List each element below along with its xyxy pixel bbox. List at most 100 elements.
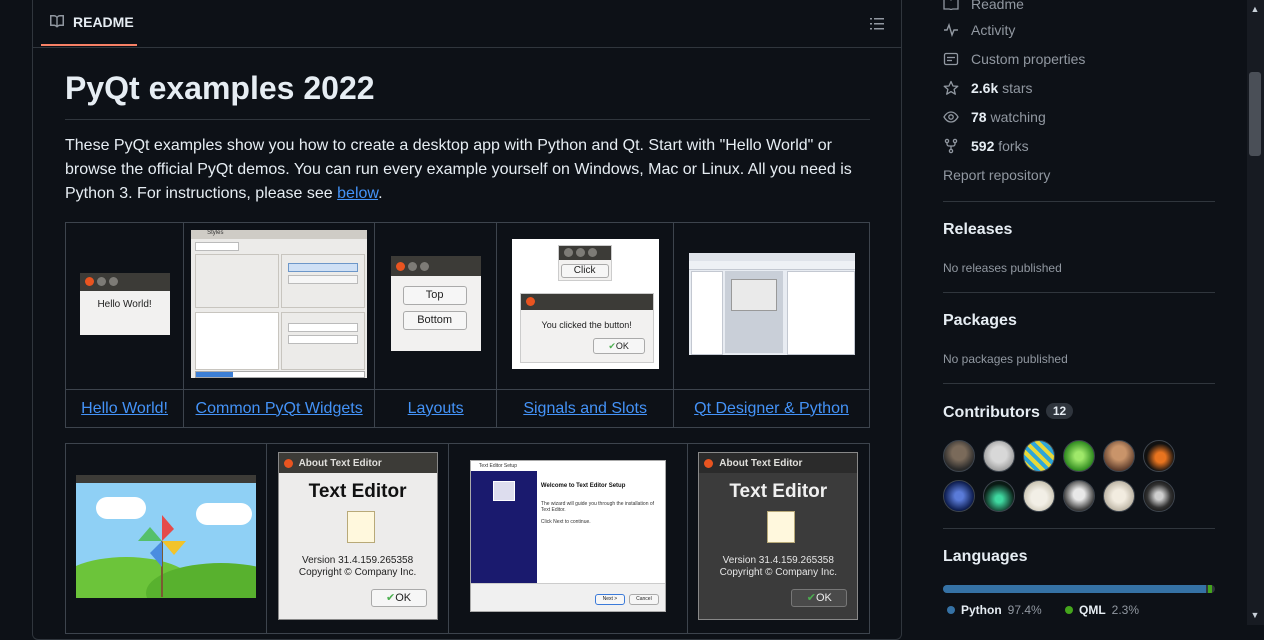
widget-box — [690, 270, 723, 355]
dialog-title: About Text Editor — [298, 457, 382, 469]
book-icon — [943, 0, 959, 12]
scrollbar-thumb[interactable] — [1249, 72, 1261, 156]
hello-world-link[interactable]: Hello World! — [81, 400, 168, 417]
about-dark-thumbnail[interactable]: About Text Editor Text Editor Version 31… — [698, 452, 859, 620]
divider — [943, 292, 1215, 293]
below-link[interactable]: below — [337, 185, 378, 202]
maximize-dot — [108, 277, 118, 286]
contributors-label: Contributors — [943, 404, 1040, 421]
ok-label: OK — [395, 592, 412, 604]
contributor-avatar[interactable] — [1103, 480, 1135, 512]
close-dot — [704, 458, 714, 468]
ok-label: OK — [615, 340, 629, 351]
hello-label: Hello World! — [97, 298, 152, 310]
sidebar-forks-link[interactable]: 592 forks — [943, 136, 1029, 156]
copyright-text: Copyright © Company Inc. — [298, 567, 417, 578]
pinwheel-thumbnail[interactable] — [75, 474, 256, 598]
thumb-cell — [65, 443, 267, 634]
contributor-avatar[interactable] — [1063, 440, 1095, 472]
pinwheel-icon — [137, 514, 186, 597]
sidebar-stars-link[interactable]: 2.6k stars — [943, 78, 1032, 98]
language-percent: 97.4% — [1007, 603, 1042, 617]
language-color-dot — [947, 606, 955, 614]
sidebar-custom-properties-link[interactable]: Custom properties — [943, 49, 1085, 69]
stars-count: 2.6k — [971, 80, 999, 96]
dialog-title: About Text Editor — [719, 457, 803, 469]
contributor-avatar[interactable] — [983, 440, 1015, 472]
wizard-footer: Next > Cancel — [470, 583, 665, 611]
contributor-avatar[interactable] — [943, 480, 975, 512]
title-bar: About Text Editor — [699, 453, 858, 473]
dialog-heading: Text Editor — [729, 481, 828, 502]
common-widgets-link[interactable]: Common PyQt Widgets — [196, 400, 363, 417]
click-window: Click — [557, 244, 612, 281]
next-button: Next > — [594, 594, 625, 605]
readme-header: README — [33, 0, 901, 48]
scroll-down-arrow-icon[interactable]: ▼ — [1250, 610, 1260, 620]
contributor-avatar[interactable] — [1023, 440, 1055, 472]
packages-heading[interactable]: Packages — [943, 312, 1017, 330]
report-repository-link[interactable]: Report repository — [943, 165, 1050, 185]
close-dot — [283, 458, 293, 468]
eye-icon — [943, 109, 959, 125]
spin-box — [288, 334, 359, 344]
close-dot — [395, 261, 405, 271]
title-bar — [390, 256, 481, 276]
check-icon: ✔ — [386, 592, 396, 604]
signals-slots-link[interactable]: Signals and Slots — [523, 400, 647, 417]
message-text: You clicked the button! — [541, 319, 632, 330]
toggle-button — [288, 274, 359, 284]
language-bar — [943, 585, 1215, 593]
language-qml[interactable]: QML 2.3% — [1065, 603, 1139, 617]
ok-button: ✔OK — [592, 337, 645, 354]
qt-designer-link[interactable]: Qt Designer & Python — [694, 400, 849, 417]
group-three — [281, 311, 366, 370]
language-bar-python — [943, 585, 1206, 593]
examples-gallery-1: Hello World! Styles Top Bottom Click You… — [64, 222, 870, 428]
title-bar — [75, 474, 256, 483]
releases-heading[interactable]: Releases — [943, 221, 1012, 239]
thumb-cell: Top Bottom — [374, 222, 498, 390]
contributor-avatar[interactable] — [1143, 440, 1175, 472]
readme-tab[interactable]: README — [41, 0, 137, 46]
layouts-thumbnail[interactable]: Top Bottom — [390, 256, 481, 351]
report-label: Report repository — [943, 167, 1051, 183]
designer-thumbnail[interactable] — [688, 252, 855, 355]
hello-world-thumbnail[interactable]: Hello World! — [79, 272, 170, 335]
forks-label: forks — [998, 138, 1029, 154]
ok-label: OK — [815, 592, 832, 604]
divider — [943, 383, 1215, 384]
title-bar — [79, 272, 170, 291]
contributor-avatar[interactable] — [1023, 480, 1055, 512]
thumb-cell: About Text Editor Text Editor Version 31… — [265, 443, 450, 634]
thumb-cell: About Text Editor Text Editor Version 31… — [686, 443, 871, 634]
contributors-heading[interactable]: Contributors 12 — [943, 403, 1074, 422]
group-two — [281, 253, 366, 308]
contributor-avatar[interactable] — [1143, 480, 1175, 512]
sidebar-readme-link[interactable]: Readme — [943, 0, 1024, 14]
sidebar-watching-link[interactable]: 78 watching — [943, 107, 1046, 127]
contributor-avatar[interactable] — [1063, 480, 1095, 512]
signals-thumbnail[interactable]: Click You clicked the button! ✔OK — [511, 238, 659, 369]
language-bar-qml — [1208, 585, 1212, 593]
intro-end: . — [378, 185, 383, 202]
copyright-text: Copyright © Company Inc. — [719, 567, 837, 578]
table-of-contents-button[interactable] — [867, 14, 887, 34]
pulse-icon — [943, 22, 959, 38]
form-area — [724, 270, 783, 353]
setup-wizard-thumbnail[interactable]: Text Editor Setup Welcome to Text Editor… — [469, 460, 666, 612]
language-python[interactable]: Python 97.4% — [947, 603, 1042, 617]
thumb-cell — [673, 222, 870, 390]
contributor-avatar[interactable] — [1103, 440, 1135, 472]
contributor-avatar[interactable] — [943, 440, 975, 472]
fork-icon — [943, 138, 959, 154]
scroll-up-arrow-icon[interactable]: ▲ — [1250, 4, 1260, 14]
bottom-button: Bottom — [402, 311, 467, 330]
widgets-thumbnail[interactable]: Styles — [191, 229, 368, 378]
notepad-icon — [346, 511, 375, 543]
contributor-avatar[interactable] — [983, 480, 1015, 512]
layouts-link[interactable]: Layouts — [408, 400, 464, 417]
about-light-thumbnail[interactable]: About Text Editor Text Editor Version 31… — [277, 452, 438, 620]
activity-label: Activity — [971, 22, 1016, 38]
sidebar-activity-link[interactable]: Activity — [943, 20, 1015, 40]
